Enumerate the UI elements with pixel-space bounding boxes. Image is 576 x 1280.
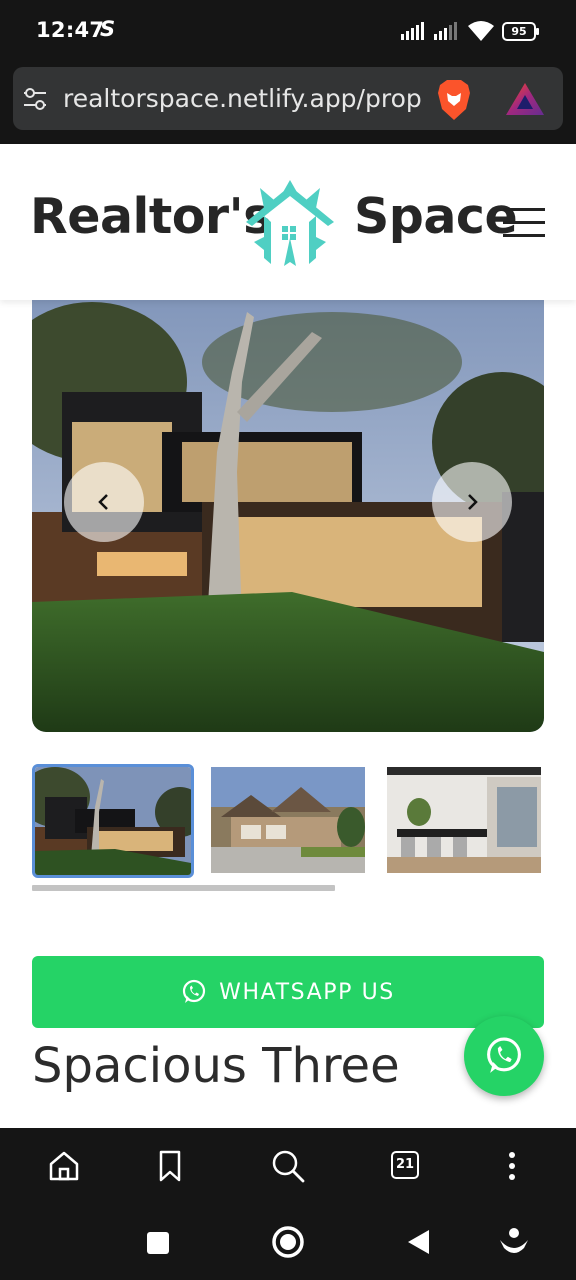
carousel-next-button[interactable]	[432, 462, 512, 542]
thumbnail-image	[387, 767, 541, 873]
thumbnail-image	[35, 767, 191, 875]
status-s-icon: S	[100, 17, 116, 41]
signal-icon	[401, 22, 424, 40]
search-icon[interactable]	[268, 1146, 308, 1186]
whatsapp-icon	[487, 1037, 521, 1073]
url-text[interactable]: realtorspace.netlify.app/propert	[63, 84, 421, 113]
brand-name-left: Realtor's	[30, 188, 272, 245]
back-icon[interactable]	[405, 1228, 431, 1256]
wifi-icon	[468, 21, 494, 41]
whatsapp-button-label: WHATSAPP US	[219, 979, 395, 1005]
whatsapp-us-button[interactable]: WHATSAPP US	[32, 956, 544, 1028]
brave-rewards-icon[interactable]	[505, 82, 545, 116]
battery-icon: 95	[502, 22, 539, 41]
hamburger-menu-icon[interactable]	[503, 208, 545, 238]
thumbnail-suburban-house[interactable]	[211, 767, 365, 873]
home-icon[interactable]	[44, 1146, 84, 1186]
property-title: Spacious Three	[32, 1038, 400, 1094]
status-time: 12:47	[36, 18, 105, 42]
whatsapp-floating-button[interactable]	[464, 1016, 544, 1096]
carousel-prev-button[interactable]	[64, 462, 144, 542]
thumbnail-modern-house[interactable]	[32, 764, 194, 878]
thumbnail-dining-interior[interactable]	[387, 767, 541, 873]
brave-shields-icon[interactable]	[436, 79, 472, 121]
tabs-icon[interactable]: 21	[391, 1151, 419, 1179]
recents-icon[interactable]	[145, 1230, 171, 1256]
site-settings-icon[interactable]	[22, 86, 48, 112]
bookmark-icon[interactable]	[150, 1146, 190, 1186]
signal-icon	[434, 22, 457, 40]
chevron-left-icon	[98, 494, 108, 510]
brand-name-right: Space	[354, 188, 518, 245]
house-logo-icon[interactable]	[244, 178, 336, 268]
whatsapp-icon	[183, 979, 206, 1003]
thumbnail-scrollbar[interactable]	[32, 885, 335, 891]
more-icon[interactable]	[492, 1146, 532, 1186]
chevron-right-icon	[468, 494, 478, 510]
thumbnail-image	[211, 767, 365, 873]
assistant-icon[interactable]	[498, 1226, 530, 1258]
home-circle-icon[interactable]	[270, 1224, 306, 1260]
